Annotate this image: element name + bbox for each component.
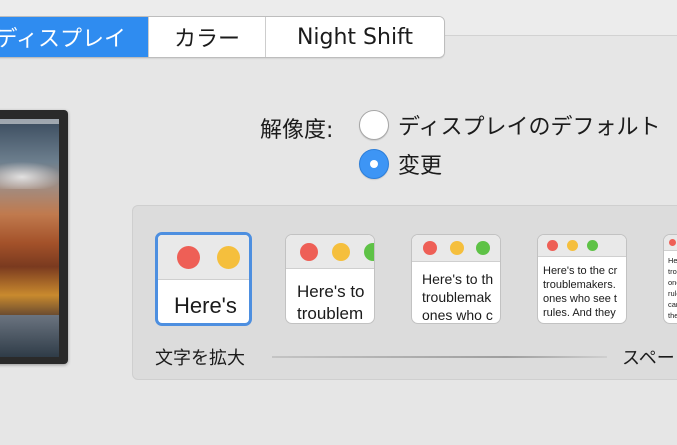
preview-titlebar (538, 235, 626, 257)
close-dot-icon (300, 243, 318, 261)
minimize-dot-icon (332, 243, 350, 261)
more-space-label: スペー (622, 348, 675, 369)
close-dot-icon (669, 239, 676, 246)
preview-text-line: troublem (297, 304, 364, 323)
preview-text-line: can (668, 300, 677, 309)
scaling-option-more-space[interactable]: Here trou one rule can them Be (663, 234, 677, 324)
preview-titlebar (158, 235, 249, 280)
desktop-wallpaper-image (0, 119, 59, 357)
preview-text-line: ones who see t (543, 293, 617, 305)
zoom-dot-icon (476, 241, 490, 255)
preview-titlebar (286, 235, 374, 269)
resolution-default-label: ディスプレイのデフォルト (398, 115, 661, 140)
preview-titlebar (664, 235, 677, 251)
minimize-dot-icon (450, 241, 464, 255)
preview-text-line: rules. And they (543, 307, 616, 319)
resolution-scaled-label: 変更 (398, 154, 443, 179)
close-dot-icon (423, 241, 437, 255)
preview-text-line: troublemakers. (543, 279, 616, 291)
preview-text-line: Here (668, 256, 677, 265)
zoom-dot-icon (587, 240, 598, 251)
preview-text-line: troublemak (422, 289, 492, 305)
close-dot-icon (177, 246, 200, 269)
zoom-dot-icon (364, 243, 374, 261)
resolution-default-option[interactable]: ディスプレイのデフォルト (359, 109, 660, 141)
tab-display[interactable]: ディスプレイ (0, 17, 149, 57)
close-dot-icon (547, 240, 558, 251)
display-preview (0, 110, 68, 364)
preview-titlebar (412, 235, 500, 262)
tab-bar: ディスプレイ カラー Night Shift (0, 16, 445, 58)
resolution-label: 解像度: (260, 118, 334, 143)
preview-text-line: Here's to the cr (543, 265, 618, 277)
minimize-dot-icon (567, 240, 578, 251)
preview-text-line: rule (668, 289, 677, 298)
radio-button[interactable] (359, 110, 389, 140)
tab-night-shift[interactable]: Night Shift (266, 17, 444, 57)
preview-text-line: Here's to th (422, 271, 494, 287)
preview-text-line: one (668, 278, 677, 287)
scaling-divider-line (272, 356, 607, 358)
minimize-dot-icon (217, 246, 240, 269)
scaling-option-3[interactable]: Here's to th troublemak ones who c (411, 234, 501, 324)
larger-text-label: 文字を拡大 (155, 348, 245, 369)
preview-text-line: trou (668, 267, 677, 276)
preview-text-line: Here's to (297, 282, 365, 301)
scaling-option-larger-text[interactable]: Here's (155, 232, 252, 326)
preview-text-line: them (668, 311, 677, 320)
preview-text-line: ones who c (422, 307, 493, 323)
resolution-scaled-option[interactable]: 変更 (359, 148, 442, 180)
radio-button-selected[interactable] (359, 149, 389, 179)
preview-menu-bar (0, 119, 59, 124)
preview-text-line: Here's (174, 293, 237, 318)
tab-color[interactable]: カラー (149, 17, 266, 57)
scaling-option-2[interactable]: Here's to troublem (285, 234, 375, 324)
scaling-option-4[interactable]: Here's to the cr troublemakers. ones who… (537, 234, 627, 324)
